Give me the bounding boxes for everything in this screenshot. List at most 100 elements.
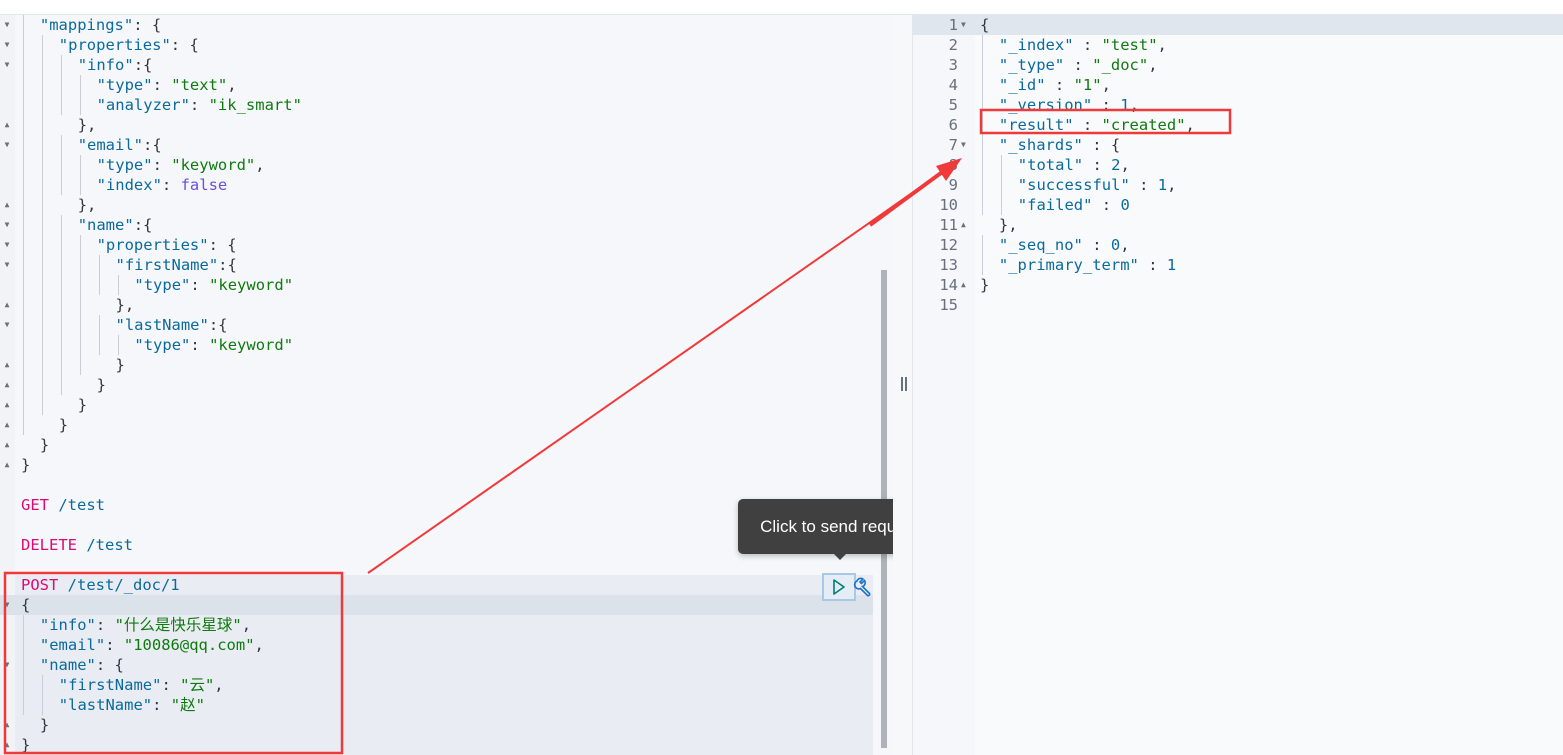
fold-arrow-up-icon[interactable]: ▲ (2, 415, 12, 435)
fold-arrow-down-icon[interactable]: ▼ (2, 135, 12, 155)
request-editor[interactable]: ▼ "mappings": {▼ "properties": {▼ "info":{"… (0, 15, 893, 755)
wrench-icon[interactable] (853, 576, 875, 598)
json-number: 1 (1157, 176, 1168, 194)
code-line[interactable]: } (97, 375, 106, 395)
code-line[interactable]: } (21, 735, 30, 755)
code-line[interactable]: } (59, 415, 68, 435)
fold-arrow-down-icon[interactable]: ▼ (2, 655, 12, 675)
code-line[interactable]: DELETE /test (21, 535, 133, 555)
indent-guide (60, 155, 62, 175)
indent-guide (23, 655, 24, 675)
indent-guide (117, 335, 119, 355)
indent-guide (79, 155, 81, 175)
code-line[interactable]: "type": "keyword" (134, 335, 293, 355)
json-key: "_primary_term" (998, 256, 1139, 274)
fold-arrow-up-icon[interactable]: ▲ (2, 295, 12, 315)
fold-arrow-up-icon[interactable]: ▲ (2, 435, 12, 455)
code-line[interactable]: } (40, 435, 49, 455)
code-line[interactable]: "type": "keyword" (134, 275, 293, 295)
indent-guide (23, 295, 24, 315)
punctuation: }, (998, 216, 1018, 234)
code-line[interactable]: }, (78, 115, 97, 135)
pane-resizer[interactable] (893, 15, 913, 755)
fold-arrow-up-icon[interactable]: ▲ (2, 355, 12, 375)
code-line[interactable]: "properties": { (59, 35, 199, 55)
punctuation: :{ (208, 316, 228, 334)
fold-arrow-up-icon[interactable]: ▲ (961, 215, 971, 235)
indent-guide (23, 315, 24, 335)
line-number: 5 (948, 96, 958, 114)
code-line[interactable]: }, (116, 295, 135, 315)
code-line[interactable]: }, (78, 195, 97, 215)
code-line[interactable]: "firstName": "云", (59, 675, 224, 695)
punctuation: : (190, 276, 210, 294)
code-line[interactable]: "info": "什么是快乐星球", (40, 615, 251, 635)
fold-arrow-up-icon[interactable]: ▲ (2, 455, 12, 475)
code-line[interactable]: "name":{ (78, 215, 153, 235)
code-line[interactable]: POST /test/_doc/1 (21, 575, 180, 595)
code-line[interactable]: "type": "keyword", (97, 155, 265, 175)
fold-arrow-up-icon[interactable]: ▲ (2, 395, 12, 415)
request-path: /test (77, 536, 133, 554)
code-line[interactable]: "analyzer": "ik_smart" (97, 95, 302, 115)
code-line[interactable]: "type": "text", (97, 75, 237, 95)
fold-arrow-up-icon[interactable]: ▲ (2, 195, 12, 215)
indent-guide (982, 175, 983, 195)
fold-arrow-up-icon[interactable]: ▲ (2, 115, 12, 135)
punctuation: , (255, 156, 265, 174)
send-request-button[interactable] (822, 573, 856, 601)
code-line[interactable]: "lastName":{ (116, 315, 228, 335)
indent-guide (60, 215, 62, 235)
indent-guide (60, 95, 62, 115)
fold-arrow-down-icon[interactable]: ▼ (961, 135, 971, 155)
fold-arrow-down-icon[interactable]: ▼ (2, 35, 12, 55)
code-line[interactable]: } (78, 395, 87, 415)
punctuation: : (95, 616, 115, 634)
code-line[interactable]: "firstName":{ (116, 255, 237, 275)
code-line[interactable]: "lastName": "赵" (59, 695, 205, 715)
indent-guide (41, 35, 43, 55)
punctuation: } (39, 716, 50, 734)
fold-arrow-down-icon[interactable]: ▼ (2, 595, 12, 615)
fold-arrow-down-icon[interactable]: ▼ (961, 15, 971, 35)
indent-guide (982, 135, 983, 155)
fold-arrow-down-icon[interactable]: ▼ (2, 55, 12, 75)
active-line-highlight (0, 595, 873, 615)
fold-arrow-down-icon[interactable]: ▼ (2, 315, 12, 335)
fold-arrow-down-icon[interactable]: ▼ (2, 235, 12, 255)
json-string: "test" (1101, 36, 1158, 54)
punctuation: :{ (218, 256, 237, 274)
punctuation: } (21, 736, 31, 754)
code-line[interactable]: GET /test (21, 495, 105, 515)
fold-arrow-down-icon[interactable]: ▼ (2, 215, 12, 235)
code-line[interactable]: "info":{ (78, 55, 153, 75)
json-key: "index" (96, 176, 162, 194)
fold-arrow-up-icon[interactable]: ▲ (2, 735, 12, 755)
code-line[interactable]: } (21, 455, 30, 475)
code-line[interactable]: "email": "10086@qq.com", (40, 635, 264, 655)
json-key: "firstName" (58, 676, 162, 694)
code-line[interactable]: "name": { (40, 655, 124, 675)
indent-guide (23, 275, 24, 295)
code-line[interactable]: "properties": { (97, 235, 237, 255)
punctuation: : (161, 676, 181, 694)
code-line[interactable]: } (40, 715, 49, 735)
resize-handle-icon[interactable] (901, 377, 907, 391)
code-line[interactable]: "mappings": { (40, 15, 161, 35)
fold-arrow-up-icon[interactable]: ▲ (961, 275, 971, 295)
code-line[interactable]: { (21, 595, 30, 615)
fold-arrow-up-icon[interactable]: ▲ (2, 715, 12, 735)
indent-guide (982, 155, 983, 175)
code-line[interactable]: } (116, 355, 125, 375)
punctuation: } (77, 396, 88, 414)
fold-arrow-up-icon[interactable]: ▲ (2, 375, 12, 395)
fold-arrow-down-icon[interactable]: ▼ (2, 15, 12, 35)
json-key: "properties" (96, 236, 209, 254)
top-bar (0, 0, 1563, 15)
json-key: "analyzer" (96, 96, 190, 114)
fold-arrow-down-icon[interactable]: ▼ (2, 255, 12, 275)
code-line[interactable]: "index": false (97, 175, 228, 195)
indent-guide (41, 335, 43, 355)
punctuation: , (1120, 236, 1130, 254)
code-line[interactable]: "email":{ (78, 135, 162, 155)
